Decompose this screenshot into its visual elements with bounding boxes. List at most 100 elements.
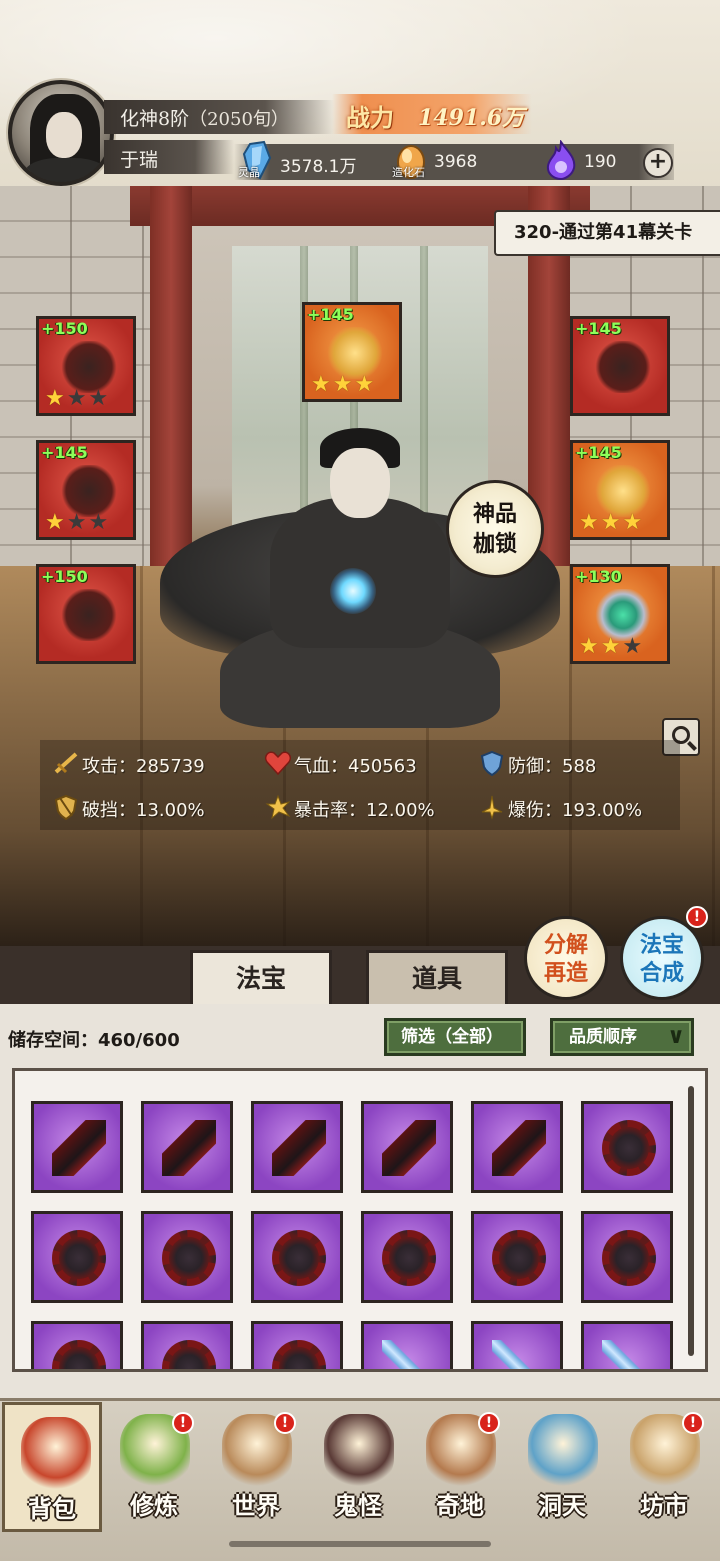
star-rating: ★★★ — [311, 372, 377, 397]
add-resource-button[interactable]: + — [643, 148, 673, 178]
inventory-item[interactable] — [361, 1101, 453, 1193]
nav-item-2[interactable]: 世界! — [206, 1402, 306, 1532]
wheel-icon — [162, 1230, 216, 1286]
dagger-icon — [272, 1120, 326, 1176]
purple-flame-icon — [546, 140, 576, 180]
equip-slot-ring[interactable]: +130 ★★★ — [570, 564, 670, 664]
inventory-item[interactable] — [31, 1211, 123, 1303]
inventory-item[interactable] — [361, 1321, 453, 1369]
player-avatar[interactable] — [8, 80, 114, 186]
wheel-icon — [492, 1230, 546, 1286]
backpack-icon — [21, 1417, 91, 1491]
equip-slot-weapon[interactable]: +150 ★★★ — [36, 316, 136, 416]
inventory-item[interactable] — [31, 1101, 123, 1193]
inventory-item[interactable] — [251, 1211, 343, 1303]
inventory-item[interactable] — [31, 1321, 123, 1369]
inventory-item[interactable] — [141, 1101, 233, 1193]
blade-icon — [492, 1340, 546, 1369]
divine-shackles-button[interactable]: 神品 枷锁 — [446, 480, 544, 578]
nav-label: 奇地 — [436, 1491, 484, 1520]
nav-item-0[interactable]: 背包 — [2, 1402, 102, 1532]
equip-slot-boots[interactable]: +150 — [36, 564, 136, 664]
star-rating: ★★★ — [45, 386, 111, 411]
star-rating: ★★★ — [579, 634, 645, 659]
slot-level: +150 — [41, 319, 88, 338]
equip-slot-headband[interactable]: +145 — [570, 316, 670, 416]
sort-dropdown[interactable]: 品质顺序 ∨ — [550, 1018, 694, 1056]
inventory-item[interactable] — [141, 1321, 233, 1369]
resource-spirit-flame[interactable]: 190 — [544, 140, 644, 180]
wheel-icon — [272, 1230, 326, 1286]
equip-slot-amulet[interactable]: +145 ★★★ — [570, 440, 670, 540]
nav-item-6[interactable]: 坊市! — [614, 1402, 714, 1532]
tab-treasure[interactable]: 法宝 — [190, 950, 332, 1004]
combat-power-value: 1491.6万 — [418, 105, 525, 131]
slot-level: +145 — [575, 319, 622, 338]
heart-icon — [264, 751, 292, 776]
filter-button[interactable]: 筛选（全部） — [384, 1018, 526, 1056]
chevron-down-icon: ∨ — [667, 1024, 685, 1049]
resource-stone[interactable]: 造化石 3968 — [392, 140, 504, 180]
nav-item-5[interactable]: 洞天 — [512, 1402, 612, 1532]
wheel-icon — [602, 1230, 656, 1286]
notification-badge: ! — [172, 1412, 194, 1434]
combine-treasure-button[interactable]: 法宝 合成 — [620, 916, 704, 1000]
cultivation-realm: 化神8阶（2050旬） — [120, 108, 289, 130]
nav-label: 修炼 — [130, 1491, 178, 1520]
inventory-item[interactable] — [471, 1211, 563, 1303]
spirit-flame-value: 190 — [584, 152, 617, 172]
combat-power-label: 战力 — [346, 103, 394, 132]
nav-item-1[interactable]: 修炼! — [104, 1402, 204, 1532]
storage-capacity: 储存空间：460/600 — [8, 1030, 180, 1051]
nav-label: 坊市 — [640, 1491, 688, 1520]
inventory-item[interactable] — [141, 1211, 233, 1303]
combat-power: 战力 1491.6万 — [332, 94, 532, 134]
tab-items[interactable]: 道具 — [366, 950, 508, 1004]
resource-crystal[interactable]: 灵晶 3578.1万 — [238, 140, 360, 180]
home-indicator — [229, 1541, 491, 1547]
boots-icon — [61, 589, 117, 641]
impact-icon — [481, 795, 503, 820]
nav-item-3[interactable]: 鬼怪 — [308, 1402, 408, 1532]
wheel-icon — [162, 1340, 216, 1369]
crystal-label: 灵晶 — [238, 166, 260, 179]
headband-icon — [595, 341, 651, 393]
nav-item-4[interactable]: 奇地! — [410, 1402, 510, 1532]
equip-slot-crown[interactable]: +145 ★★★ — [302, 302, 402, 402]
combine-line1: 法宝 — [639, 932, 684, 958]
dagger-icon — [162, 1120, 216, 1176]
demon-egg-icon — [324, 1414, 394, 1488]
inventory-item[interactable] — [251, 1101, 343, 1193]
slot-level: +145 — [575, 443, 622, 462]
inventory-item[interactable] — [581, 1211, 673, 1303]
nav-label: 鬼怪 — [334, 1491, 382, 1520]
slot-level: +150 — [41, 567, 88, 586]
inventory-item[interactable] — [581, 1321, 673, 1369]
sort-label: 品质顺序 — [569, 1027, 637, 1047]
hero-character — [160, 428, 560, 748]
inventory-item[interactable] — [471, 1101, 563, 1193]
inventory-scrollbar[interactable] — [688, 1086, 694, 1356]
decompose-button[interactable]: 分解 再造 — [524, 916, 608, 1000]
spirit-orb — [330, 568, 376, 614]
inventory-item[interactable] — [581, 1101, 673, 1193]
inventory-item[interactable] — [471, 1321, 563, 1369]
nav-label: 世界 — [232, 1491, 280, 1520]
notification-badge: ! — [686, 906, 708, 928]
inventory-item[interactable] — [361, 1211, 453, 1303]
notification-badge: ! — [274, 1412, 296, 1434]
combine-line2: 合成 — [639, 960, 684, 986]
inventory-item[interactable] — [251, 1321, 343, 1369]
star-rating: ★★★ — [45, 510, 111, 535]
wheel-icon — [382, 1230, 436, 1286]
inventory-grid — [12, 1068, 708, 1372]
equip-slot-armor[interactable]: +145 ★★★ — [36, 440, 136, 540]
decompose-line1: 分解 — [543, 932, 588, 958]
slot-level: +130 — [575, 567, 622, 586]
stage-progress-banner[interactable]: 320-通过第41幕关卡 — [494, 210, 720, 256]
nav-label: 洞天 — [538, 1491, 586, 1520]
slot-level: +145 — [41, 443, 88, 462]
dagger-icon — [382, 1120, 436, 1176]
divine-button-line1: 神品 — [472, 501, 517, 527]
portal-icon — [528, 1414, 598, 1488]
